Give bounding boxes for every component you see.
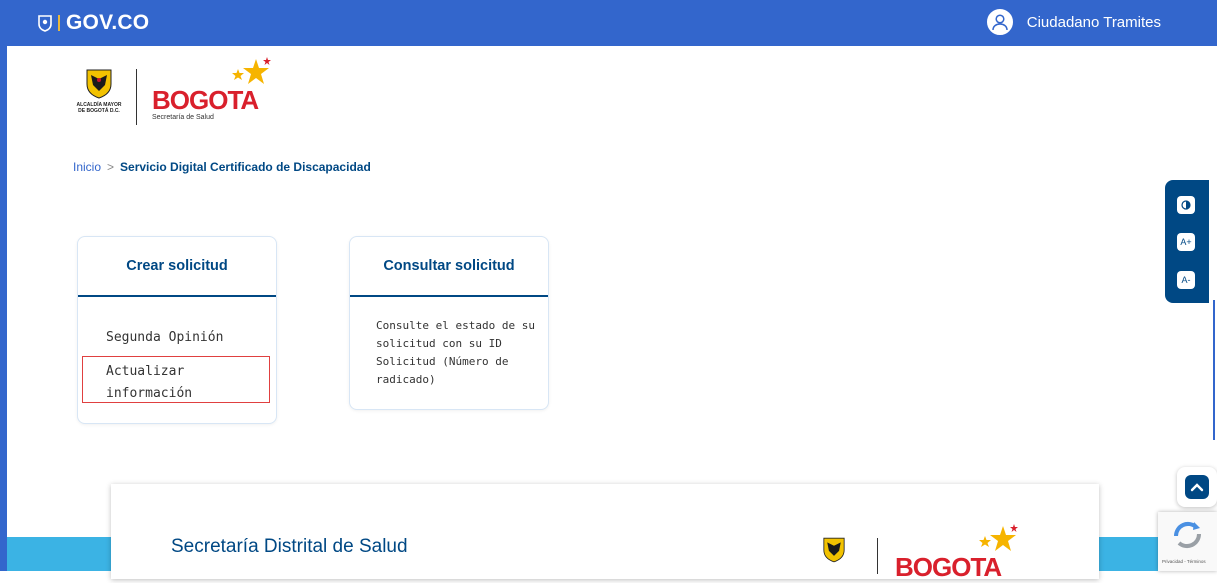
consultar-solicitud-card[interactable]: Consultar solicitud Consulte el estado d… xyxy=(349,236,549,410)
breadcrumb-separator: > xyxy=(107,160,115,174)
footer-bogota-shield-icon xyxy=(823,537,845,563)
consultar-solicitud-description: Consulte el estado de su solicitud con s… xyxy=(376,319,535,386)
scroll-to-top-button[interactable] xyxy=(1177,467,1217,507)
chevron-up-icon xyxy=(1190,483,1204,492)
footer-logos: BOGOTA xyxy=(823,524,1023,582)
contrast-icon xyxy=(1181,200,1191,210)
font-increase-button[interactable]: A+ xyxy=(1177,233,1195,251)
recaptcha-icon xyxy=(1173,521,1202,549)
user-name[interactable]: Ciudadano Tramites xyxy=(1027,14,1161,31)
footer-logo-divider xyxy=(877,538,878,574)
breadcrumb: Inicio > Servicio Digital Certificado de… xyxy=(73,160,371,174)
actualizar-informacion-option[interactable]: Actualizar información xyxy=(106,361,266,405)
top-bar: GOV.CO Ciudadano Tramites xyxy=(7,0,1217,46)
gov-logo-separator xyxy=(58,15,60,31)
scroll-to-top-inner xyxy=(1185,475,1209,499)
consultar-solicitud-title[interactable]: Consultar solicitud xyxy=(350,237,548,297)
user-menu[interactable]: Ciudadano Tramites xyxy=(986,9,1161,35)
bogota-stars-icon xyxy=(232,57,271,84)
user-avatar-icon[interactable] xyxy=(986,9,1013,35)
crear-solicitud-card: Crear solicitud Segunda Opinión Actualiz… xyxy=(77,236,277,424)
bogota-shield-icon xyxy=(86,69,112,99)
alcaldia-text: ALCALDÍA MAYOR DE BOGOTÁ D.C. xyxy=(76,102,122,114)
crear-solicitud-title: Crear solicitud xyxy=(78,237,276,297)
footer-bogota-stars-icon xyxy=(979,524,1018,551)
segunda-opinion-option[interactable]: Segunda Opinión xyxy=(106,327,223,349)
contrast-button[interactable] xyxy=(1177,196,1195,214)
left-frame-border xyxy=(0,0,7,571)
breadcrumb-current: Servicio Digital Certificado de Discapac… xyxy=(120,160,371,174)
right-accent-line xyxy=(1213,300,1215,440)
gov-co-logo[interactable]: GOV.CO xyxy=(37,11,149,35)
footer-title: Secretaría Distrital de Salud xyxy=(171,536,408,557)
footer-card: Secretaría Distrital de Salud BOGOTA xyxy=(111,484,1099,582)
logo-divider xyxy=(136,69,137,125)
breadcrumb-home-link[interactable]: Inicio xyxy=(73,160,101,174)
entity-logos: ALCALDÍA MAYOR DE BOGOTÁ D.C. BOGOTA Sec… xyxy=(73,57,283,129)
alcaldia-logo: ALCALDÍA MAYOR DE BOGOTÁ D.C. xyxy=(73,69,125,114)
font-decrease-button[interactable]: A- xyxy=(1177,271,1195,289)
gov-logo-text: GOV.CO xyxy=(66,11,150,34)
accessibility-toolbar: A+ A- xyxy=(1165,180,1209,303)
recaptcha-text[interactable]: Privacidad - Términos xyxy=(1162,559,1206,564)
recaptcha-badge[interactable]: Privacidad - Términos xyxy=(1158,512,1217,571)
colombia-shield-icon xyxy=(38,15,52,32)
